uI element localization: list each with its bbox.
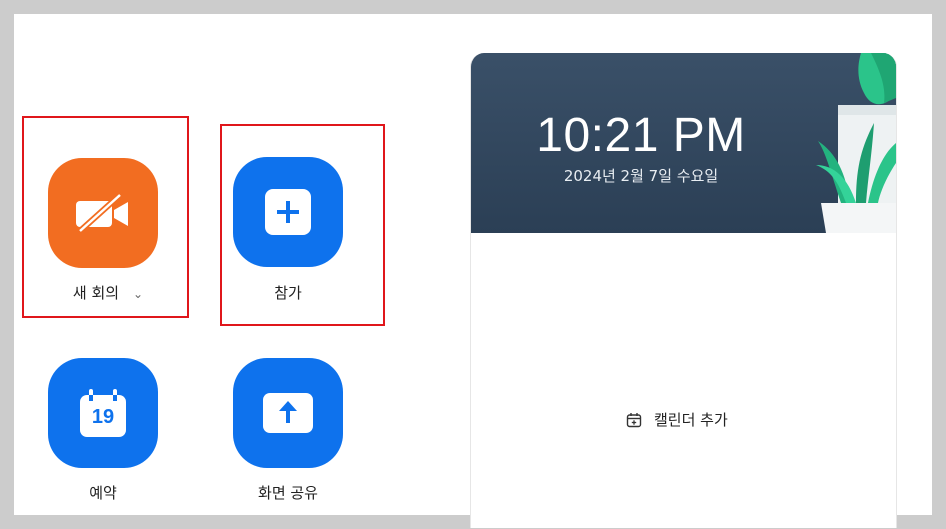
home-panel: 새 회의 ⌄ 참가 19 예약 화면 공유 10:21 PM 2024년 2월 … <box>14 14 932 528</box>
join-button[interactable] <box>233 157 343 267</box>
share-screen-button[interactable] <box>233 358 343 468</box>
add-calendar-label: 캘린더 추가 <box>654 411 728 429</box>
join-label: 참가 <box>274 284 302 302</box>
plus-icon <box>265 189 311 235</box>
upcoming-meetings-card: 10:21 PM 2024년 2월 7일 수요일 캘린더 추가 <box>470 53 897 528</box>
add-calendar-button[interactable]: 캘린더 추가 <box>626 409 728 430</box>
current-time: 10:21 PM <box>536 109 746 162</box>
upload-arrow-icon <box>263 393 313 433</box>
video-off-icon <box>76 193 128 233</box>
share-screen-label: 화면 공유 <box>258 484 318 502</box>
schedule-button[interactable]: 19 <box>48 358 158 468</box>
calendar-day-number: 19 <box>91 406 115 428</box>
schedule-label: 예약 <box>89 484 117 502</box>
new-meeting-label: 새 회의 <box>72 284 120 302</box>
chevron-down-icon[interactable]: ⌄ <box>133 287 143 301</box>
new-meeting-label-row[interactable]: 새 회의 ⌄ <box>48 282 168 303</box>
calendar-add-icon <box>626 412 642 427</box>
new-meeting-button[interactable] <box>48 158 158 268</box>
calendar-icon: 19 <box>80 389 126 437</box>
current-date: 2024년 2월 7일 수요일 <box>563 167 719 185</box>
clock-banner: 10:21 PM 2024년 2월 7일 수요일 <box>471 53 896 233</box>
